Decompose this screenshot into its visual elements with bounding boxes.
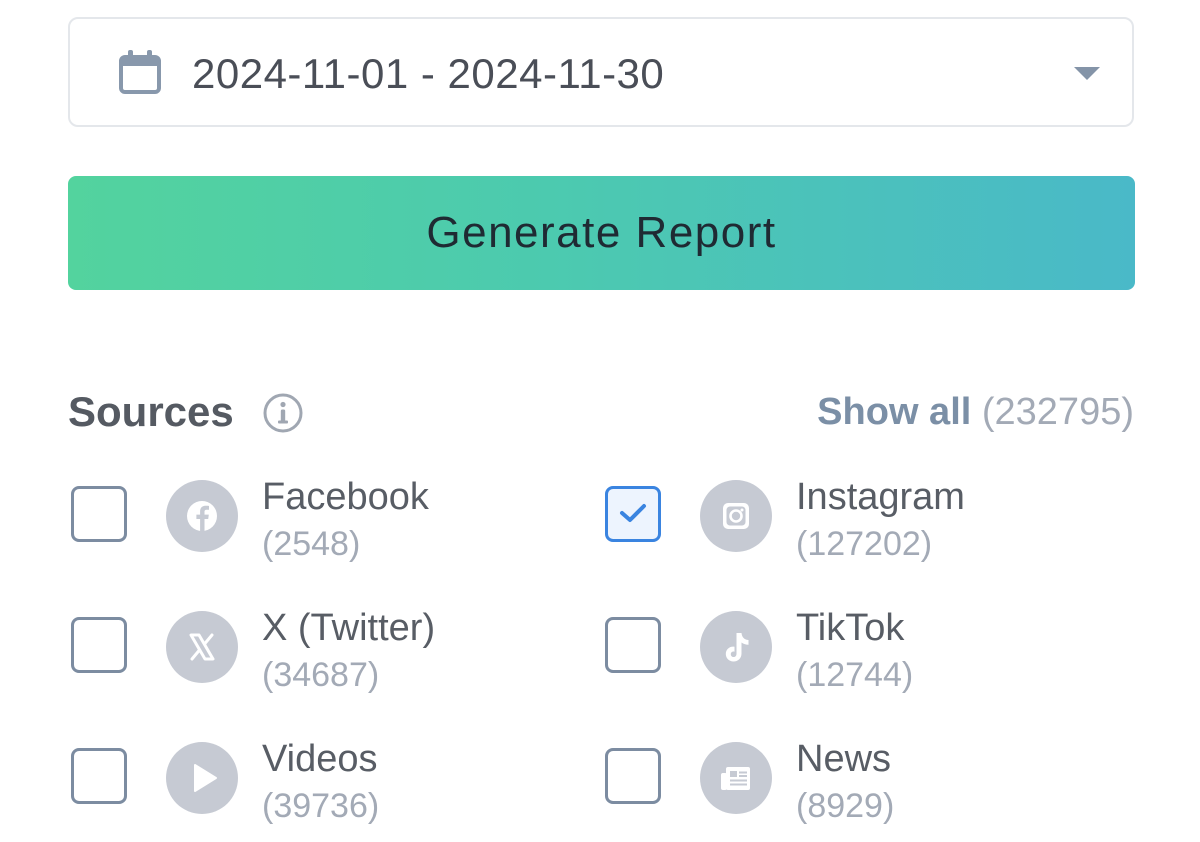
sources-heading: Sources [68,388,234,435]
source-name: X (Twitter) [262,607,436,649]
news-checkbox[interactable] [605,748,661,804]
tiktok-icon [700,611,772,683]
source-count: (2548) [262,525,361,563]
x-twitter-icon [166,611,238,683]
source-count: (127202) [796,525,933,563]
source-count: (12744) [796,656,914,694]
source-name: Facebook [262,476,429,518]
source-count: (39736) [262,787,380,825]
videos-checkbox[interactable] [71,748,127,804]
facebook-checkbox[interactable] [71,486,127,542]
source-item-facebook[interactable]: Facebook (2548) [68,476,538,580]
source-count: (8929) [796,787,895,825]
facebook-icon [166,480,238,552]
newspaper-icon [700,742,772,814]
source-count: (34687) [262,656,380,694]
source-item-x-twitter[interactable]: X (Twitter) (34687) [68,607,538,711]
date-range-value: 2024-11-01 - 2024-11-30 [192,50,665,97]
instagram-checkbox[interactable] [605,486,661,542]
source-name: TikTok [796,607,905,649]
x-twitter-checkbox[interactable] [71,617,127,673]
checkmark-icon [620,504,646,522]
info-icon[interactable] [262,392,304,434]
show-all-count: (232795) [981,391,1134,433]
source-name: Videos [262,738,378,780]
calendar-icon [119,50,161,94]
generate-report-button[interactable]: Generate Report [68,176,1135,290]
tiktok-checkbox[interactable] [605,617,661,673]
source-item-tiktok[interactable]: TikTok (12744) [602,607,1072,711]
instagram-icon [700,480,772,552]
source-item-instagram[interactable]: Instagram (127202) [602,476,1072,580]
source-name: News [796,738,892,780]
generate-report-label: Generate Report [426,208,777,257]
show-all-control: Show all (232795) [817,386,1134,438]
source-name: Instagram [796,476,965,518]
source-item-videos[interactable]: Videos (39736) [68,738,538,842]
source-item-news[interactable]: News (8929) [602,738,1072,842]
date-range-select[interactable]: 2024-11-01 - 2024-11-30 [68,17,1134,127]
play-icon [166,742,238,814]
report-filter-panel: 2024-11-01 - 2024-11-30 Generate Report … [0,0,1200,842]
show-all-link[interactable]: Show all [817,391,971,433]
caret-down-icon [1074,67,1100,80]
